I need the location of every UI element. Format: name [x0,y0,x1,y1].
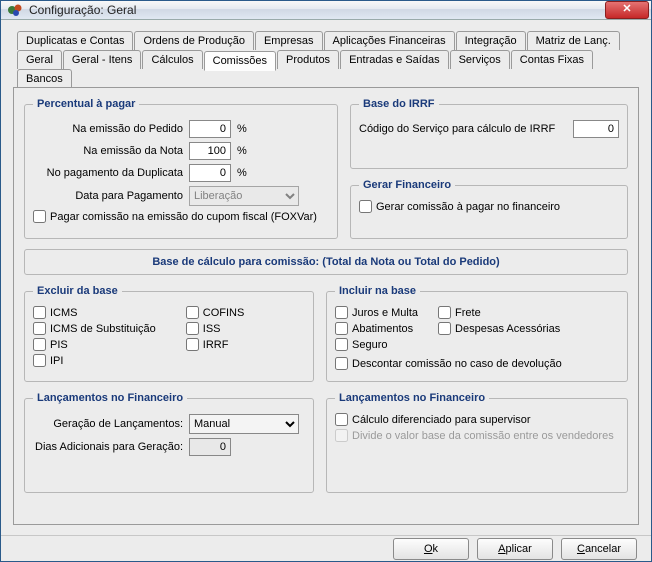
group-percentual-legend: Percentual à pagar [33,98,139,110]
label-excluir-ipi: IPI [50,355,63,367]
label-cupom-fiscal: Pagar comissão na emissão do cupom fisca… [50,211,317,223]
config-window: Configuração: Geral ✕ Duplicatas e Conta… [0,0,652,562]
tab-entradas-e-sa-das[interactable]: Entradas e Saídas [340,50,449,69]
tabstrip-row2: GeralGeral - ItensCálculosComissõesProdu… [17,49,639,87]
label-gerar-comissao: Gerar comissão à pagar no financeiro [376,201,560,213]
label-data-pagamento: Data para Pagamento [33,190,183,202]
content-area: Duplicatas e ContasOrdens de ProduçãoEmp… [1,20,651,535]
label-calc-supervisor: Cálculo diferenciado para supervisor [352,414,531,426]
group-excluir: Excluir da base ICMS ICMS de Substituição… [24,285,314,382]
tab-comiss-es[interactable]: Comissões [204,51,276,71]
label-pagto-duplicata: No pagamento da Duplicata [33,167,183,179]
label-excluir-icms: ICMS [50,307,78,319]
label-incluir-abatimentos: Abatimentos [352,323,413,335]
label-incluir-seguro: Seguro [352,339,387,351]
tab-matriz-de-lan-[interactable]: Matriz de Lanç. [527,31,620,50]
group-lancamentos-right-legend: Lançamentos no Financeiro [335,392,489,404]
checkbox-excluir-pis[interactable] [33,338,46,351]
input-emissao-nota[interactable] [189,142,231,160]
checkbox-excluir-ipi[interactable] [33,354,46,367]
label-codigo-irrf: Código do Serviço para cálculo de IRRF [359,123,567,135]
percent-suffix: % [237,145,247,157]
tab-servi-os[interactable]: Serviços [450,50,510,69]
label-incluir-frete: Frete [455,307,481,319]
group-gerar-financeiro-legend: Gerar Financeiro [359,179,455,191]
button-bar: Ok Aplicar Cancelar [1,535,651,561]
label-excluir-pis: PIS [50,339,68,351]
checkbox-gerar-comissao[interactable] [359,200,372,213]
tab-bancos[interactable]: Bancos [17,69,72,88]
close-button[interactable]: ✕ [605,1,649,19]
tabstrip-row1: Duplicatas e ContasOrdens de ProduçãoEmp… [17,30,639,49]
checkbox-descontar-devolucao[interactable] [335,357,348,370]
close-icon: ✕ [622,3,631,15]
banner-base-calculo: Base de cálculo para comissão: (Total da… [24,249,628,275]
app-icon [7,2,23,18]
group-irrf: Base do IRRF Código do Serviço para cálc… [350,98,628,169]
group-irrf-legend: Base do IRRF [359,98,439,110]
checkbox-excluir-icms[interactable] [33,306,46,319]
group-lancamentos-right: Lançamentos no Financeiro Cálculo difere… [326,392,628,493]
label-geracao-lanc: Geração de Lançamentos: [33,418,183,430]
group-excluir-legend: Excluir da base [33,285,122,297]
group-incluir: Incluir na base Juros e Multa Abatimentos… [326,285,628,382]
group-lancamentos-left: Lançamentos no Financeiro Geração de Lan… [24,392,314,493]
tab-aplica-es-financeiras[interactable]: Aplicações Financeiras [324,31,455,50]
tab-produtos[interactable]: Produtos [277,50,339,69]
input-pagto-duplicata[interactable] [189,164,231,182]
group-incluir-legend: Incluir na base [335,285,420,297]
group-percentual: Percentual à pagar Na emissão do Pedido … [24,98,338,239]
window-title: Configuração: Geral [29,3,605,17]
tab-integra-o[interactable]: Integração [456,31,526,50]
label-emissao-nota: Na emissão da Nota [33,145,183,157]
input-codigo-irrf[interactable] [573,120,619,138]
checkbox-calc-supervisor[interactable] [335,413,348,426]
label-dias-adicionais: Dias Adicionais para Geração: [33,441,183,453]
label-incluir-juros-e-multa: Juros e Multa [352,307,418,319]
checkbox-excluir-iss[interactable] [186,322,199,335]
input-dias-adicionais[interactable] [189,438,231,456]
aplicar-button[interactable]: Aplicar [477,538,553,560]
ok-button[interactable]: Ok [393,538,469,560]
tab-c-lculos[interactable]: Cálculos [142,50,202,69]
percent-suffix: % [237,167,247,179]
label-excluir-icms-de-substitui-o: ICMS de Substituição [50,323,156,335]
tab-geral[interactable]: Geral [17,50,62,69]
cancelar-button[interactable]: Cancelar [561,538,637,560]
checkbox-divide-base [335,429,348,442]
select-geracao-lanc[interactable]: Manual [189,414,299,434]
checkbox-excluir-cofins[interactable] [186,306,199,319]
label-emissao-pedido: Na emissão do Pedido [33,123,183,135]
checkbox-excluir-irrf[interactable] [186,338,199,351]
tab-duplicatas-e-contas[interactable]: Duplicatas e Contas [17,31,133,50]
tab-empresas[interactable]: Empresas [255,31,323,50]
checkbox-excluir-icms-de-substitui-o[interactable] [33,322,46,335]
titlebar: Configuração: Geral ✕ [1,1,651,20]
tab-contas-fixas[interactable]: Contas Fixas [511,50,593,69]
label-excluir-iss: ISS [203,323,221,335]
checkbox-cupom-fiscal[interactable] [33,210,46,223]
checkbox-incluir-juros-e-multa[interactable] [335,306,348,319]
checkbox-incluir-abatimentos[interactable] [335,322,348,335]
label-incluir-despesas-acess-rias: Despesas Acessórias [455,323,560,335]
tab-geral-itens[interactable]: Geral - Itens [63,50,142,69]
label-excluir-irrf: IRRF [203,339,229,351]
checkbox-incluir-despesas-acess-rias[interactable] [438,322,451,335]
label-descontar-devolucao: Descontar comissão no caso de devolução [352,358,562,370]
label-excluir-cofins: COFINS [203,307,245,319]
group-lancamentos-left-legend: Lançamentos no Financeiro [33,392,187,404]
group-gerar-financeiro: Gerar Financeiro Gerar comissão à pagar … [350,179,628,239]
checkbox-incluir-frete[interactable] [438,306,451,319]
select-data-pagamento[interactable]: Liberação [189,186,299,206]
checkbox-incluir-seguro[interactable] [335,338,348,351]
label-divide-base: Divide o valor base da comissão entre os… [352,430,614,442]
input-emissao-pedido[interactable] [189,120,231,138]
tab-panel-comissoes: Percentual à pagar Na emissão do Pedido … [13,87,639,525]
tab-ordens-de-produ-o[interactable]: Ordens de Produção [134,31,254,50]
percent-suffix: % [237,123,247,135]
